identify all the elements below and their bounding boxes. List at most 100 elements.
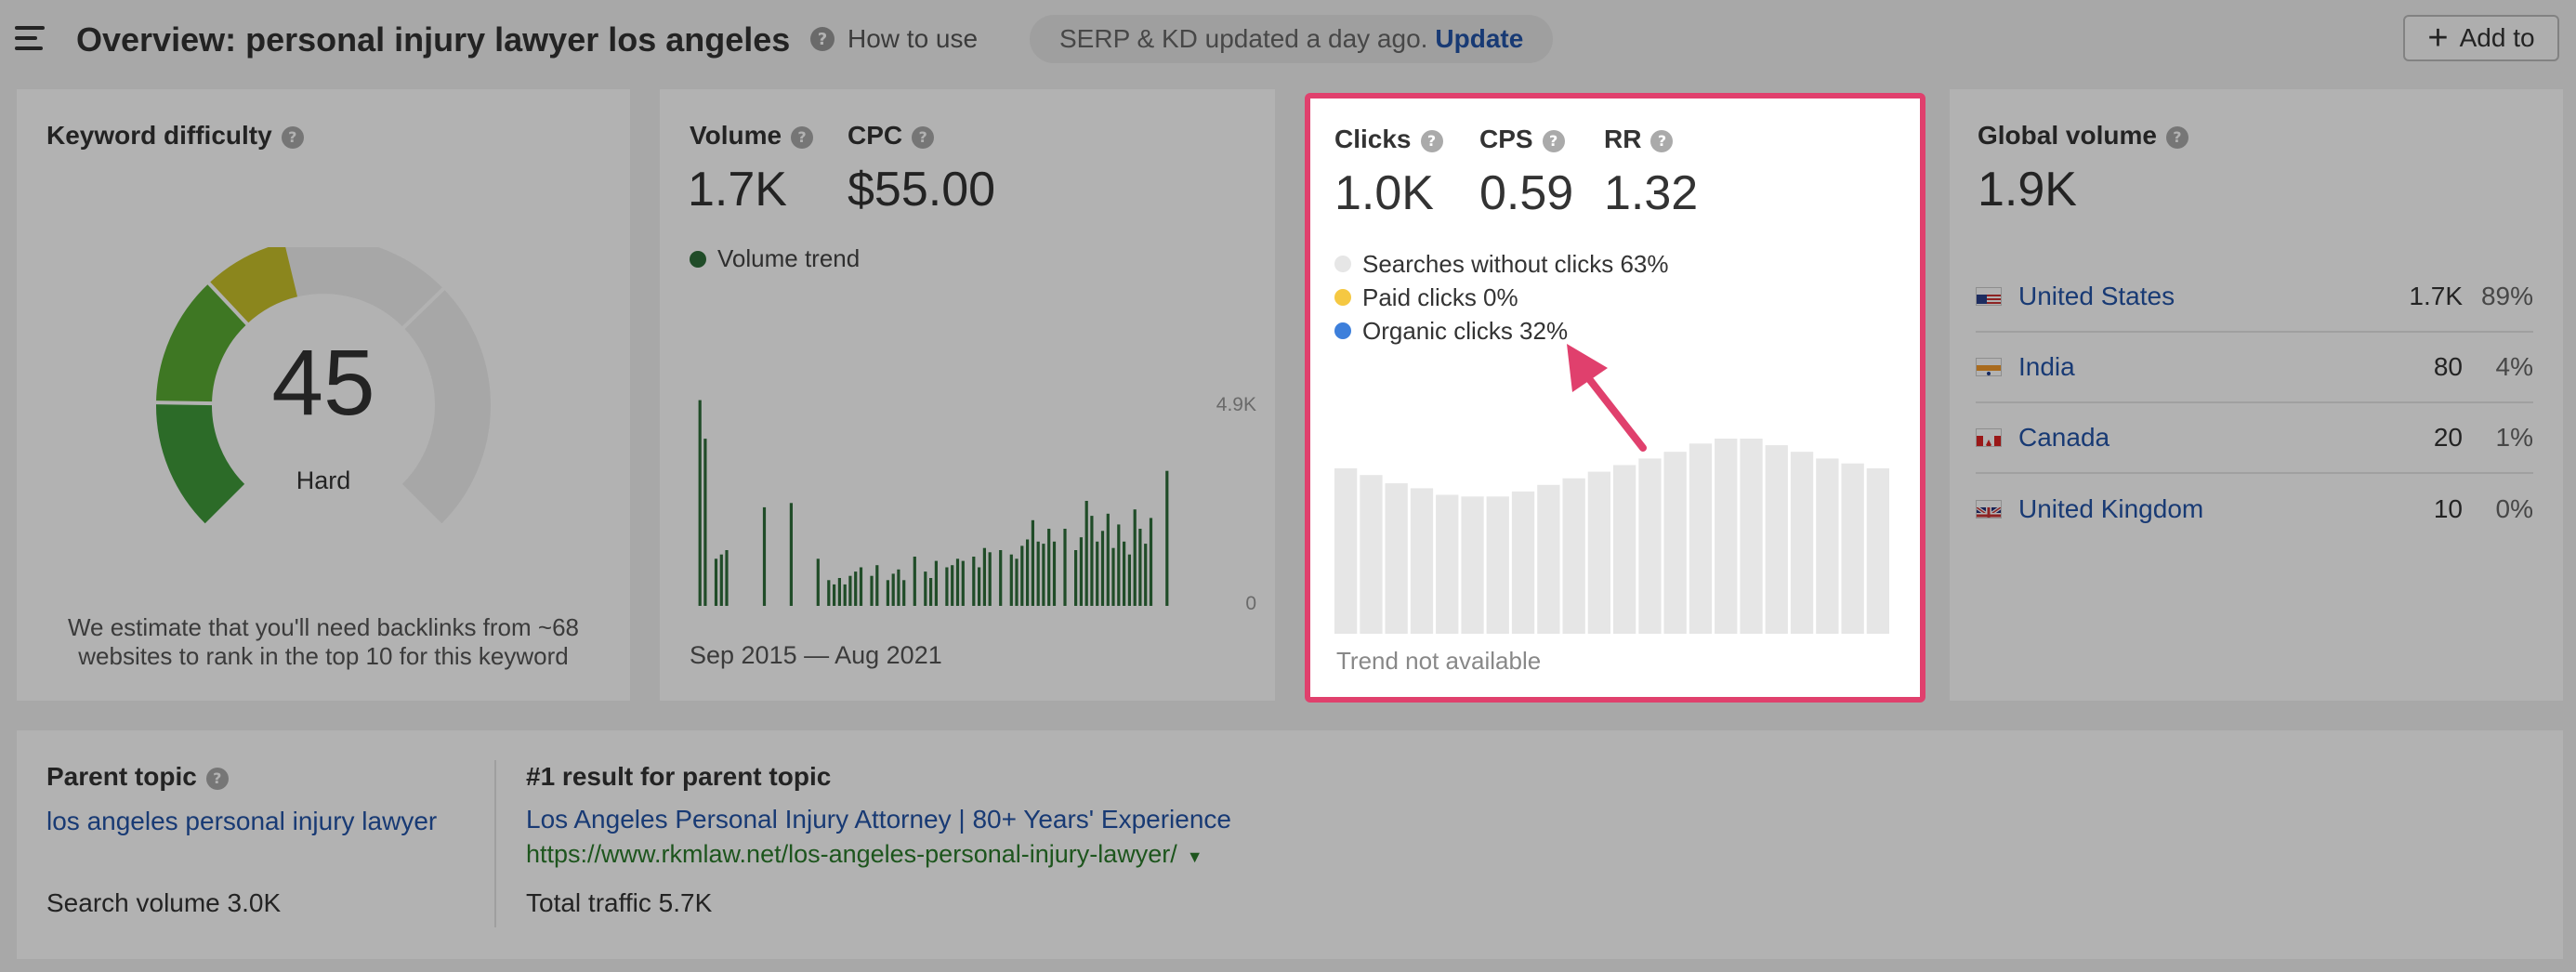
how-to-use-link[interactable]: ? How to use [810, 24, 978, 54]
update-status-pill: SERP & KD updated a day ago. Update [1030, 15, 1554, 63]
volume-bar [837, 578, 841, 606]
rr-value: 1.32 [1604, 166, 1699, 220]
status-text: SERP & KD updated a day ago. [1059, 24, 1428, 53]
volume-bar [698, 400, 702, 606]
legend-dot [690, 250, 706, 268]
legend-dot [1334, 256, 1351, 272]
us-flag-icon [1976, 287, 2002, 306]
country-share: 89% [2480, 282, 2533, 310]
country-volume: 1.7K [2409, 282, 2463, 310]
volume-bar [827, 580, 831, 606]
volume-bar [891, 573, 895, 606]
axis-min-label: 0 [1245, 593, 1256, 614]
clicks-bar [1334, 468, 1358, 634]
parent-topic-link[interactable]: los angeles personal injury lawyer [46, 807, 437, 836]
help-icon[interactable]: ? [912, 125, 935, 149]
country-row-india[interactable]: India 80 4% [1976, 333, 2533, 403]
volume-card: Volume? 1.7K CPC? $55.00 Volume trend 4.… [660, 89, 1275, 701]
parent-topic-label: Parent topic? [46, 762, 229, 792]
country-row-united-states[interactable]: United States 1.7K 89% [1976, 262, 2533, 333]
hamburger-icon[interactable] [15, 26, 45, 50]
clicks-bar [1410, 488, 1434, 634]
volume-bar [945, 567, 949, 606]
volume-bar [859, 567, 863, 606]
clicks-value: 1.0K [1334, 166, 1434, 220]
clicks-bar [1866, 468, 1889, 634]
difficulty-gauge: 45 Hard [153, 247, 491, 524]
top-result-total-traffic: Total traffic 5.7K [526, 888, 713, 917]
volume-bar [1009, 554, 1013, 606]
clicks-bars [1334, 439, 1889, 634]
cps-value: 0.59 [1479, 166, 1574, 220]
volume-bar [1123, 541, 1126, 606]
add-to-button[interactable]: + Add to [2403, 15, 2559, 61]
volume-bar [1133, 509, 1137, 606]
update-link[interactable]: Update [1435, 24, 1523, 54]
country-share: 4% [2495, 352, 2533, 381]
volume-bar [1031, 519, 1034, 606]
clicks-breakdown: Searches without clicks 63% Paid clicks … [1334, 247, 1668, 348]
top-result-url[interactable]: https://www.rkmlaw.net/los-angeles-perso… [526, 840, 1203, 869]
volume-bar [816, 558, 820, 606]
country-row-united-kingdom[interactable]: United Kingdom 10 0% [1976, 474, 2533, 545]
volume-label: Volume? [690, 121, 814, 151]
volume-bar [1015, 558, 1019, 606]
help-icon[interactable]: ? [281, 125, 304, 149]
help-icon[interactable]: ? [1650, 129, 1674, 152]
help-icon[interactable]: ? [791, 125, 814, 149]
help-icon[interactable]: ? [205, 767, 229, 790]
legend-dot [1334, 322, 1351, 339]
cps-label: CPS? [1479, 125, 1565, 154]
axis-max-label: 4.9K [1216, 394, 1256, 415]
gauge-segment-medium [156, 282, 248, 404]
help-icon[interactable]: ? [2165, 125, 2188, 149]
help-icon[interactable]: ? [1420, 129, 1443, 152]
volume-bar [961, 560, 965, 606]
volume-bar [1063, 529, 1067, 606]
global-volume-label: Global volume? [1978, 121, 2188, 151]
plus-icon: + [2427, 19, 2449, 58]
divider [494, 760, 496, 927]
gauge-segment-hard [208, 247, 298, 325]
annotation-arrow [1567, 344, 1647, 452]
help-icon[interactable]: ? [1542, 129, 1565, 152]
country-share: 0% [2495, 494, 2533, 523]
country-volume: 20 [2433, 423, 2463, 452]
clicks-bar [1638, 458, 1662, 634]
volume-bar [902, 580, 906, 606]
volume-bar [1100, 531, 1105, 606]
volume-bar [1084, 501, 1088, 606]
country-name[interactable]: Canada [2018, 423, 2379, 453]
volume-bar [1079, 537, 1083, 606]
legend-dot [1334, 289, 1351, 306]
volume-bar [1096, 541, 1099, 606]
page-title: Overview: personal injury lawyer los ang… [76, 20, 791, 59]
clicks-bar [1562, 478, 1585, 634]
clicks-bar [1841, 463, 1864, 634]
top-result-title-link[interactable]: Los Angeles Personal Injury Attorney | 8… [526, 805, 1231, 834]
country-row-canada[interactable]: Canada 20 1% [1976, 403, 2533, 474]
volume-bar [929, 578, 933, 606]
volume-value: 1.7K [688, 163, 787, 217]
parent-topic-card: Parent topic? los angeles personal injur… [17, 730, 2563, 959]
volume-trend-chart: 4.9K 0 [698, 394, 1256, 614]
clicks-bar [1537, 484, 1560, 634]
country-name[interactable]: United Kingdom [2018, 494, 2379, 524]
clicks-bar [1461, 496, 1484, 634]
clicks-label: Clicks? [1334, 125, 1443, 154]
volume-bar [982, 547, 986, 606]
clicks-bar [1511, 491, 1535, 634]
country-name[interactable]: India [2018, 352, 2379, 382]
caret-down-icon[interactable]: ▼ [1187, 847, 1203, 866]
gauge-segment-easy [156, 402, 245, 524]
clicks-bar [1613, 465, 1636, 634]
clicks-bar [1663, 452, 1687, 634]
add-to-label: Add to [2459, 23, 2535, 52]
volume-trend-legend: Volume trend [690, 244, 860, 273]
volume-bar [924, 571, 927, 606]
help-icon: ? [810, 27, 835, 51]
volume-bar [1042, 544, 1045, 606]
clicks-bar [1360, 475, 1383, 634]
volume-bar [875, 565, 879, 606]
country-name[interactable]: United States [2018, 282, 2379, 311]
